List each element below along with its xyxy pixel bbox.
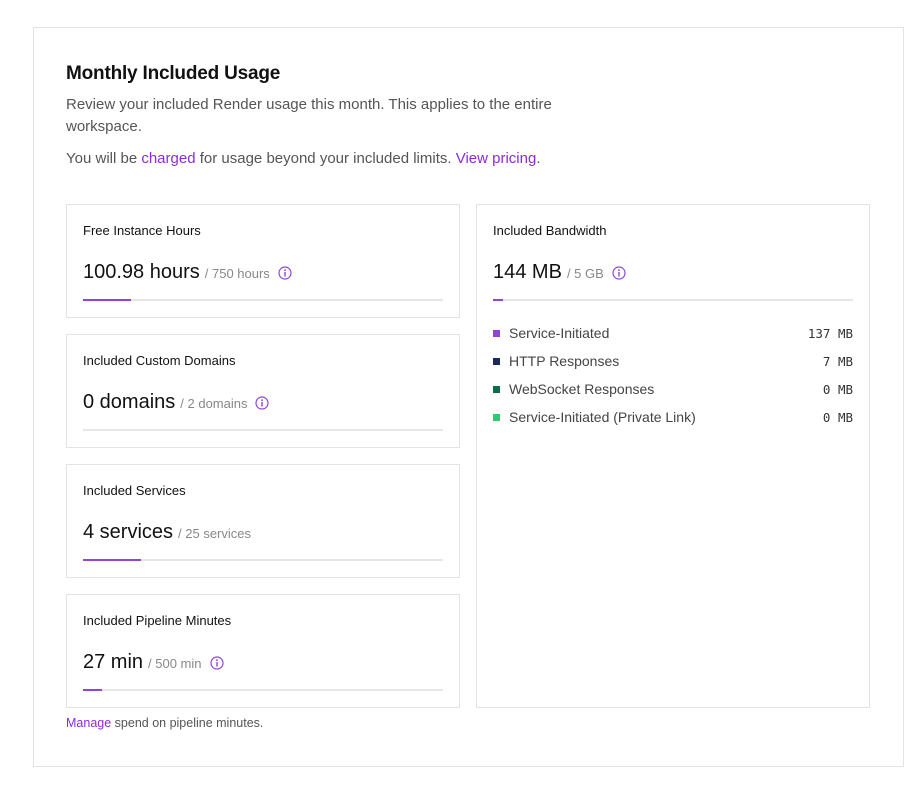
metric-value: 27 min xyxy=(83,651,144,673)
metric-value: 0 domains xyxy=(83,391,176,413)
metric-limit: / 5 GB xyxy=(566,266,604,281)
usage-progress-bar xyxy=(83,689,443,691)
legend-value: 7 MB xyxy=(822,353,853,369)
charge-middle: for usage beyond your included limits. xyxy=(195,150,456,167)
card-label: Free Instance Hours xyxy=(83,223,201,238)
card-label: Included Bandwidth xyxy=(493,223,607,238)
info-icon[interactable] xyxy=(255,396,270,410)
legend-swatch xyxy=(493,329,500,337)
info-icon[interactable] xyxy=(209,656,224,670)
legend-value: 137 MB xyxy=(807,325,853,341)
bandwidth-card: Included Bandwidth 144 MB / 5 GB Service… xyxy=(476,204,870,708)
usage-progress-bar xyxy=(493,299,853,301)
services-card: Included Services 4 services / 25 servic… xyxy=(66,464,460,578)
metric: 27 min / 500 min xyxy=(83,651,224,674)
legend-swatch xyxy=(493,385,500,393)
legend-label: Service-Initiated xyxy=(509,325,610,341)
manage-link[interactable]: Manage xyxy=(66,716,111,730)
charged-link[interactable]: charged xyxy=(141,150,195,167)
custom-domains-card: Included Custom Domains 0 domains / 2 do… xyxy=(66,334,460,448)
legend-label: WebSocket Responses xyxy=(509,381,655,397)
metric-value: 4 services xyxy=(83,521,174,543)
usage-description: Review your included Render usage this m… xyxy=(66,96,552,135)
list-item: Service-Initiated (Private Link) 0 MB xyxy=(493,403,853,431)
usage-progress-fill xyxy=(83,689,103,691)
metric-value: 100.98 hours xyxy=(83,261,200,283)
card-label: Included Custom Domains xyxy=(83,353,236,368)
pipeline-minutes-card: Included Pipeline Minutes 27 min / 500 m… xyxy=(66,594,460,708)
manage-spend-note: Manage spend on pipeline minutes. xyxy=(66,716,263,730)
list-item: WebSocket Responses 0 MB xyxy=(493,375,853,403)
legend-value: 0 MB xyxy=(822,409,853,425)
monthly-usage-panel: Monthly Included Usage Review your inclu… xyxy=(33,27,904,767)
list-item: Service-Initiated 137 MB xyxy=(493,319,853,347)
legend-swatch xyxy=(493,357,500,365)
manage-text: spend on pipeline minutes. xyxy=(111,716,264,730)
instance-hours-card: Free Instance Hours 100.98 hours / 750 h… xyxy=(66,204,460,318)
charge-suffix: . xyxy=(536,150,541,167)
legend-label: HTTP Responses xyxy=(509,353,620,369)
info-icon[interactable] xyxy=(612,266,626,280)
metric-limit: / 750 hours xyxy=(204,266,270,281)
metric: 144 MB / 5 GB xyxy=(493,261,626,284)
metric: 4 services / 25 services xyxy=(83,521,251,544)
view-pricing-link[interactable]: View pricing xyxy=(456,150,537,167)
card-label: Included Services xyxy=(83,483,186,498)
charge-prefix: You will be xyxy=(66,150,142,167)
usage-progress-bar xyxy=(83,299,443,301)
legend-value: 0 MB xyxy=(822,381,853,397)
usage-progress-fill xyxy=(83,299,132,301)
usage-progress-fill xyxy=(493,299,504,301)
metric-limit: / 25 services xyxy=(178,526,252,541)
info-icon[interactable] xyxy=(278,266,292,280)
usage-progress-bar xyxy=(83,559,443,561)
metric-value: 144 MB xyxy=(493,261,562,283)
metric: 100.98 hours / 750 hours xyxy=(83,261,292,284)
list-item: HTTP Responses 7 MB xyxy=(493,347,853,375)
card-label: Included Pipeline Minutes xyxy=(83,613,232,628)
metric: 0 domains / 2 domains xyxy=(83,391,270,414)
legend-label: Service-Initiated (Private Link) xyxy=(509,409,696,425)
metric-limit: / 2 domains xyxy=(180,396,248,411)
usage-progress-fill xyxy=(83,559,141,561)
charge-notice: You will be charged for usage beyond you… xyxy=(66,150,541,167)
legend-swatch xyxy=(493,413,500,421)
usage-progress-bar xyxy=(83,429,443,431)
metric-limit: / 500 min xyxy=(148,656,202,671)
bandwidth-breakdown: Service-Initiated 137 MB HTTP Responses … xyxy=(493,319,853,431)
page-title: Monthly Included Usage xyxy=(66,63,281,84)
